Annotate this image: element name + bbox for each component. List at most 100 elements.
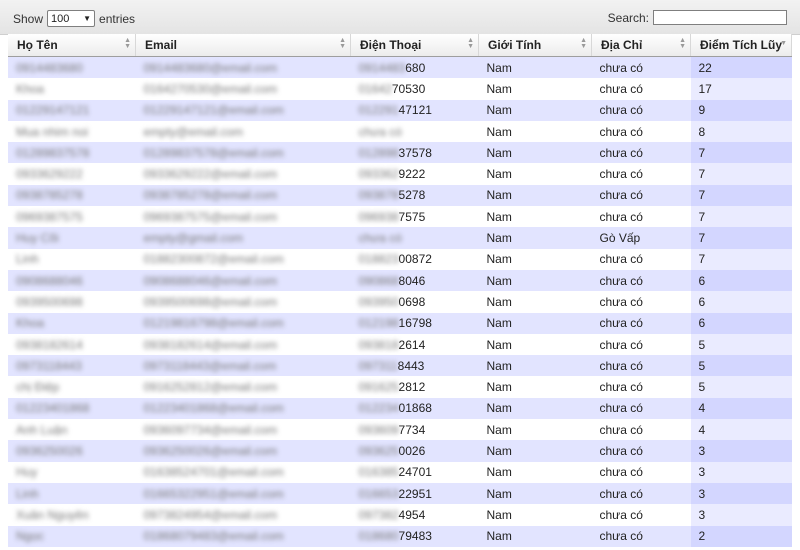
cell-phone: 0933629222	[350, 163, 479, 185]
cell-address: chưa có	[591, 482, 691, 505]
cell-phone: 01665322951	[350, 482, 479, 505]
cell-name-redacted: Xuân Nguyên	[16, 507, 89, 522]
cell-phone: 01882300872	[350, 248, 479, 270]
cell-name-redacted: Linh	[16, 486, 39, 501]
cell-address: chưa có	[591, 312, 691, 334]
cell-points: 3	[690, 440, 792, 462]
phone-visible: 0698	[398, 294, 426, 309]
cell-points: 6	[690, 291, 792, 313]
cell-points: 5	[690, 355, 792, 377]
search-input[interactable]	[653, 10, 787, 25]
phone-redacted: 012234	[358, 401, 399, 416]
phone-redacted: 093818	[358, 337, 399, 352]
table-row: Xuân Nguyên 0973824954@email.com 097382495…	[8, 504, 792, 526]
cell-email-redacted: 01229147121@email.com	[143, 103, 284, 118]
cell-email: 01289837578@email.com	[135, 142, 351, 164]
cell-name: Mua nhim noi	[8, 120, 136, 143]
page-size-select[interactable]: 100 ▼	[47, 10, 96, 27]
cell-gender: Nam	[478, 248, 592, 270]
cell-address: chưa có	[591, 376, 691, 398]
phone-redacted: 012198	[358, 316, 399, 331]
cell-email-redacted: 0973824954@email.com	[143, 507, 278, 522]
cell-email-redacted: 0938785278@email.com	[143, 188, 278, 203]
column-header-phone[interactable]: Điện Thoại ▲ ▼	[350, 34, 479, 57]
table-row: Huy 01638524701@email.com 01638524701 Nam ch…	[8, 461, 792, 483]
cell-gender: Nam	[478, 440, 592, 462]
cell-gender: Nam	[478, 525, 592, 547]
cell-points: 22	[690, 56, 792, 79]
cell-name-redacted: Huy	[16, 465, 38, 480]
cell-phone: 0973824954	[350, 504, 479, 526]
search-control: Search:	[608, 10, 787, 25]
table-row: chị Điệp 0916252812@email.com 0916252812 Na…	[8, 376, 792, 398]
cell-points: 7	[690, 227, 792, 249]
cell-points: 5	[690, 376, 792, 398]
cell-email-redacted: 0936250026@email.com	[143, 443, 278, 458]
phone-visible: 00872	[398, 252, 432, 267]
cell-name-redacted: Linh	[16, 252, 39, 267]
show-label: Show	[13, 11, 44, 26]
column-header-points[interactable]: Điểm Tích Lũy ▼	[690, 34, 792, 57]
cell-email: empty@gmail.com	[135, 227, 351, 249]
cell-email: 0936097734@email.com	[135, 419, 351, 441]
phone-redacted: 097311	[358, 358, 398, 373]
cell-points: 8	[690, 120, 792, 143]
search-label: Search:	[607, 10, 649, 25]
cell-points: 3	[690, 461, 792, 483]
column-header-email[interactable]: Email ▲ ▼	[135, 34, 351, 57]
cell-email-redacted: empty@email.com	[143, 124, 244, 139]
phone-redacted: 012898	[358, 145, 399, 160]
column-header-address[interactable]: Địa Chỉ ▲ ▼	[591, 34, 691, 57]
phone-visible: 0026	[398, 443, 426, 458]
cell-phone: 0936250026	[350, 440, 479, 462]
column-header-name[interactable]: Họ Tên ▲ ▼	[8, 34, 136, 57]
cell-phone: 0908688046	[350, 269, 479, 292]
sort-both-icon: ▲ ▼	[467, 37, 474, 50]
cell-name: 01223401868	[8, 397, 136, 420]
cell-email: 0973118443@email.com	[135, 355, 351, 377]
cell-name-redacted: 0938182614	[16, 337, 83, 352]
phone-redacted: chưa có	[358, 231, 402, 246]
cell-email: 0969387575@email.com	[135, 206, 351, 228]
cell-gender: Nam	[478, 227, 592, 249]
cell-email: 0164270530@email.com	[135, 78, 351, 100]
cell-phone: 0938182614	[350, 333, 479, 356]
table-row: Mua nhim noi empty@email.com chưa có Nam chư…	[8, 120, 792, 143]
cell-name-redacted: 01289837578	[16, 145, 90, 160]
cell-phone: 0973118443	[350, 355, 479, 377]
phone-visible: 2614	[398, 337, 426, 352]
cell-name-redacted: 0973118443	[16, 358, 82, 373]
cell-email-redacted: 0939500698@email.com	[143, 294, 278, 309]
cell-name: 0939500698	[8, 291, 136, 313]
cell-address: chưa có	[591, 99, 691, 121]
phone-visible: 9222	[398, 167, 426, 182]
cell-points: 7	[690, 142, 792, 164]
sort-both-icon: ▲ ▼	[580, 37, 587, 50]
cell-name-redacted: Ngọc	[16, 529, 45, 544]
cell-gender: Nam	[478, 312, 592, 334]
cell-points: 3	[690, 504, 792, 526]
column-header-gender[interactable]: Giới Tính ▲ ▼	[478, 34, 592, 57]
cell-email-redacted: 0164270530@email.com	[143, 81, 278, 96]
cell-address: chưa có	[591, 504, 691, 526]
cell-email: 01638524701@email.com	[135, 461, 351, 483]
table-row: Khoa 0164270530@email.com 0164270530 Nam chư…	[8, 78, 792, 100]
entries-label: entries	[99, 11, 136, 26]
cell-phone: 0938785278	[350, 184, 479, 207]
sort-desc-icon: ▼	[780, 40, 787, 47]
cell-email: 0933629222@email.com	[135, 163, 351, 185]
cell-email: 01229147121@email.com	[135, 99, 351, 121]
cell-gender: Nam	[478, 120, 592, 143]
cell-name: Ngọc	[8, 525, 136, 547]
phone-visible: 5278	[398, 188, 426, 203]
cell-address: Gò Vấp	[591, 227, 691, 249]
cell-points: 4	[690, 397, 792, 420]
cell-address: chưa có	[591, 419, 691, 441]
cell-points: 17	[690, 78, 792, 100]
table-row: 01229147121 01229147121@email.com 01229147…	[8, 99, 792, 121]
table-row: 0939500698 0939500698@email.com 0939500698…	[8, 291, 792, 313]
phone-redacted: 01642	[358, 81, 392, 96]
cell-phone: chưa có	[350, 120, 479, 143]
cell-points: 7	[690, 206, 792, 228]
cell-points: 2	[690, 525, 792, 547]
